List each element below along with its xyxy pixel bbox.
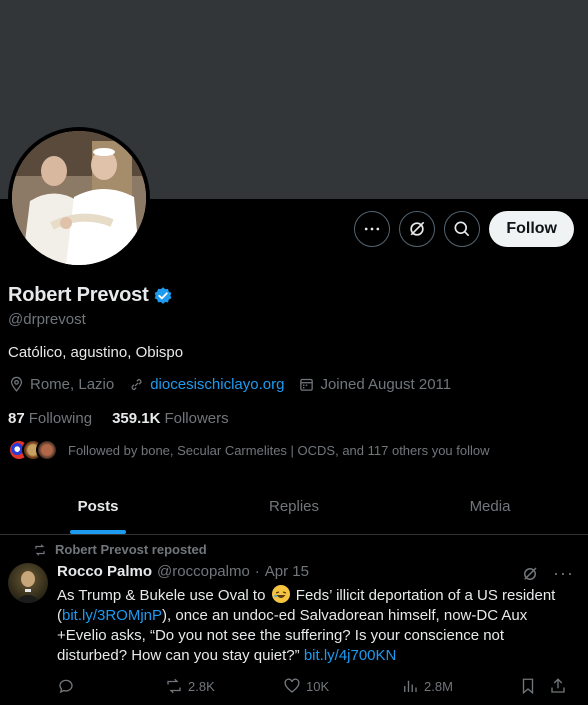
- avatar-photo: [12, 131, 146, 265]
- profile-avatar[interactable]: [8, 127, 150, 269]
- views-button[interactable]: 2.8M: [401, 677, 519, 695]
- follow-button[interactable]: Follow: [489, 211, 574, 247]
- repost-icon: [35, 543, 45, 556]
- more-button[interactable]: [354, 211, 391, 247]
- like-button[interactable]: 10K: [283, 677, 401, 695]
- search-icon: [454, 221, 470, 237]
- tweet-more-icon[interactable]: ···: [553, 563, 574, 584]
- share-icon: [551, 678, 565, 693]
- calendar-icon: [300, 378, 314, 391]
- grok-icon: [410, 221, 425, 236]
- views-icon: [404, 680, 417, 692]
- tweet-date[interactable]: Apr 15: [265, 563, 309, 580]
- verified-badge-icon[interactable]: [153, 286, 173, 306]
- repost-button[interactable]: 2.8K: [165, 677, 283, 695]
- view-count: 2.8M: [424, 678, 453, 694]
- profile-joined: Joined August 2011: [298, 376, 451, 393]
- tweet-link-1[interactable]: bit.ly/3ROMjnP: [62, 607, 162, 624]
- tweet-author-avatar[interactable]: [8, 563, 48, 603]
- profile-name-row: Robert Prevost: [8, 284, 173, 307]
- profile-tabs: Posts Replies Media: [0, 478, 588, 535]
- search-button[interactable]: [444, 211, 481, 247]
- reply-button[interactable]: [57, 677, 165, 695]
- repost-count: 2.8K: [188, 678, 215, 694]
- grok-button[interactable]: [399, 211, 436, 247]
- profile-bio: Católico, agustino, Obispo: [8, 344, 184, 361]
- link-icon: [131, 378, 142, 391]
- follower-avatar: [36, 439, 58, 461]
- profile-actions: Follow: [354, 211, 574, 247]
- following-link[interactable]: 87 Following: [8, 410, 92, 427]
- profile-location: Rome, Lazio: [8, 376, 114, 393]
- followers-link[interactable]: 359.1K Followers: [112, 410, 229, 427]
- tab-media[interactable]: Media: [392, 478, 588, 534]
- tweet-avatar-photo: [14, 571, 42, 603]
- tweet-action-bar: 2.8K 10K 2.8M: [57, 677, 577, 695]
- profile-handle: @drprevost: [8, 311, 86, 328]
- repost-indicator: Robert Prevost reposted: [33, 542, 207, 557]
- tweet-header: Rocco Palmo @roccopalmo · Apr 15: [57, 563, 309, 580]
- bookmark-icon: [522, 678, 534, 695]
- tweet-author-handle[interactable]: @roccopalmo: [157, 563, 250, 580]
- profile-name: Robert Prevost: [8, 284, 149, 306]
- profile-meta: Rome, Lazio diocesischiclayo.org Joined …: [8, 376, 465, 393]
- rofl-emoji-icon: [271, 585, 290, 603]
- like-count: 10K: [306, 678, 330, 694]
- location-icon: [10, 376, 23, 392]
- share-button[interactable]: [549, 677, 567, 695]
- tweet-top-actions: ···: [521, 563, 574, 584]
- profile-stats: 87 Following 359.1K Followers: [8, 410, 249, 427]
- tab-posts[interactable]: Posts: [0, 478, 196, 534]
- tweet-text: As Trump & Bukele use Oval to Feds’ illi…: [57, 585, 556, 664]
- tweet-separator: ·: [254, 563, 260, 580]
- more-icon: [365, 227, 380, 231]
- follower-avatars: [8, 439, 60, 461]
- repost-icon: [167, 678, 181, 694]
- website-link[interactable]: diocesischiclayo.org: [150, 376, 284, 393]
- bookmark-button[interactable]: [519, 677, 549, 695]
- grok-icon[interactable]: [521, 565, 539, 583]
- tab-replies[interactable]: Replies: [196, 478, 392, 534]
- followed-by[interactable]: Followed by bone, Secular Carmelites | O…: [8, 439, 490, 461]
- tweet-link-2[interactable]: bit.ly/4j700KN: [304, 647, 397, 664]
- like-icon: [284, 678, 300, 693]
- followed-by-text: Followed by bone, Secular Carmelites | O…: [68, 442, 490, 458]
- reply-icon: [59, 679, 73, 694]
- profile-website[interactable]: diocesischiclayo.org: [128, 376, 284, 393]
- tweet-author-name[interactable]: Rocco Palmo: [57, 563, 152, 580]
